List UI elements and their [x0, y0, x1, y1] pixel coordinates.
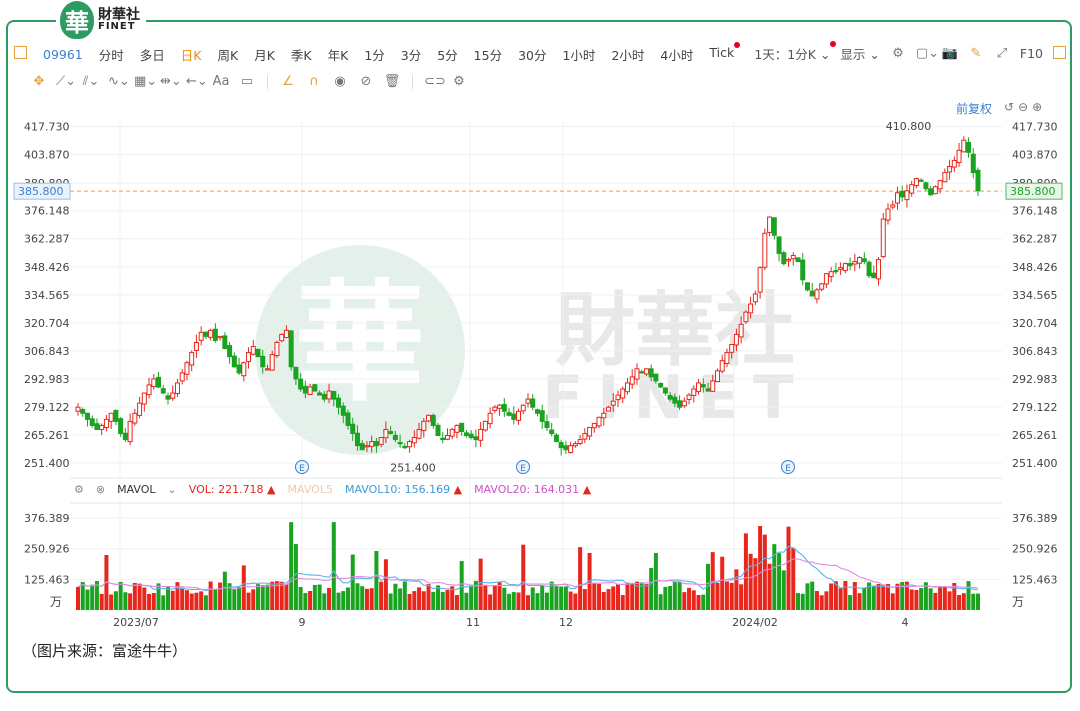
- vol-indicator-name[interactable]: MAVOL: [117, 483, 155, 496]
- volume-legend: ⚙ ⊗ MAVOL ⌄ VOL: 221.718 ▲ MAVOL5 MAVOL1…: [74, 483, 591, 496]
- period-tab[interactable]: 多日: [140, 45, 165, 64]
- indicator-settings-icon[interactable]: ⚙: [450, 74, 468, 90]
- drawing-toolbar: ✥ ⟋⌄ ⫽⌄ ∿⌄ ▦⌄ ⇹⌄ ←⌄ Aa ▭ ∠ ∩ ◉ ⊘ 🗑 ⊂⊃ ⚙: [30, 72, 468, 92]
- logo-name-cn: 財華社: [98, 7, 140, 23]
- line-tool-icon[interactable]: ⟋⌄: [56, 74, 76, 90]
- chevron-down-icon[interactable]: ⌄: [168, 483, 177, 496]
- period-tab[interactable]: 1小时: [562, 45, 595, 64]
- zoom-in-icon[interactable]: ⊕: [1032, 100, 1042, 114]
- adjust-mode-label[interactable]: 前复权: [956, 100, 992, 117]
- period-tab[interactable]: 30分: [518, 45, 546, 64]
- sidebar-toggle-icon[interactable]: [14, 46, 27, 62]
- zoom-out-icon[interactable]: ⊖: [1018, 100, 1028, 114]
- angle-icon[interactable]: ∠: [279, 74, 297, 90]
- period-tabs: 分时 多日 日K 周K 月K 季K 年K 1分 3分 5分 15分 30分 1小时 2小时 4小时 Tick: [99, 41, 750, 64]
- mavol10-value: MAVOL10: 156.169 ▲: [344, 483, 463, 496]
- period-tab[interactable]: 周K: [218, 45, 239, 64]
- measure-tool-icon[interactable]: ⇹⌄: [160, 74, 182, 90]
- period-tab[interactable]: 1分: [364, 45, 384, 64]
- vol-close-icon[interactable]: ⊗: [96, 483, 105, 496]
- finet-logo: 華 財華社 FINET: [56, 0, 146, 40]
- display-dropdown[interactable]: 显示 ⌄: [840, 44, 879, 63]
- logo-badge: 華: [60, 1, 94, 39]
- period-tab[interactable]: 分时: [99, 45, 124, 64]
- f10-button[interactable]: F10: [1020, 46, 1043, 61]
- period-tab[interactable]: Tick: [709, 41, 741, 64]
- pencil-icon[interactable]: ✎: [968, 46, 984, 62]
- period-tab[interactable]: 15分: [474, 45, 502, 64]
- comment-icon[interactable]: ▭: [238, 74, 256, 90]
- image-source-caption: （图片来源：富途牛牛）: [22, 642, 188, 660]
- layout-icon[interactable]: ▢⌄: [916, 46, 939, 62]
- reset-icon[interactable]: ↺: [1004, 100, 1014, 114]
- trash-icon[interactable]: 🗑: [383, 74, 401, 90]
- vol-value: VOL: 221.718 ▲: [188, 483, 276, 496]
- day-interval-dropdown[interactable]: 1天：1分K ⌄: [754, 41, 837, 63]
- mavol20-value: MAVOL20: 164.031 ▲: [474, 483, 592, 496]
- toolbar-right: 1天：1分K ⌄ 显示 ⌄ ⚙ ▢⌄ 📷 ✎ ⤢ F10: [754, 41, 1066, 63]
- stock-symbol[interactable]: 09961: [43, 47, 83, 62]
- vol-settings-icon[interactable]: ⚙: [74, 483, 84, 496]
- channel-tool-icon[interactable]: ⫽⌄: [82, 74, 100, 90]
- text-tool-icon[interactable]: Aa: [212, 74, 230, 90]
- crosshair-icon[interactable]: ✥: [30, 74, 48, 90]
- eye-icon[interactable]: ◉: [331, 74, 349, 90]
- period-tab[interactable]: 日K: [181, 45, 202, 64]
- period-tab[interactable]: 4小时: [660, 45, 693, 64]
- panel-toggle-icon[interactable]: [1053, 45, 1066, 62]
- compare-icon[interactable]: ⊂⊃: [424, 74, 446, 90]
- period-tab[interactable]: 月K: [254, 45, 275, 64]
- fullscreen-icon[interactable]: ⤢: [994, 46, 1010, 62]
- logo-name-en: FINET: [98, 21, 136, 32]
- period-tab[interactable]: 2小时: [611, 45, 644, 64]
- zoom-controls: ↺ ⊖ ⊕: [1004, 100, 1042, 114]
- mavol5-label: MAVOL5: [287, 483, 333, 496]
- period-tab[interactable]: 季K: [291, 45, 312, 64]
- fib-tool-icon[interactable]: ▦⌄: [134, 74, 157, 90]
- chart-frame: [6, 20, 1072, 693]
- camera-icon[interactable]: 📷: [942, 46, 958, 62]
- arrow-tool-icon[interactable]: ←⌄: [186, 74, 208, 90]
- hide-icon[interactable]: ⊘: [357, 74, 375, 90]
- wave-tool-icon[interactable]: ∿⌄: [108, 74, 130, 90]
- period-tab[interactable]: 3分: [401, 45, 421, 64]
- period-tab[interactable]: 年K: [328, 45, 349, 64]
- period-tab[interactable]: 5分: [437, 45, 457, 64]
- magnet-icon[interactable]: ∩: [305, 74, 323, 90]
- settings-icon[interactable]: ⚙: [890, 46, 906, 62]
